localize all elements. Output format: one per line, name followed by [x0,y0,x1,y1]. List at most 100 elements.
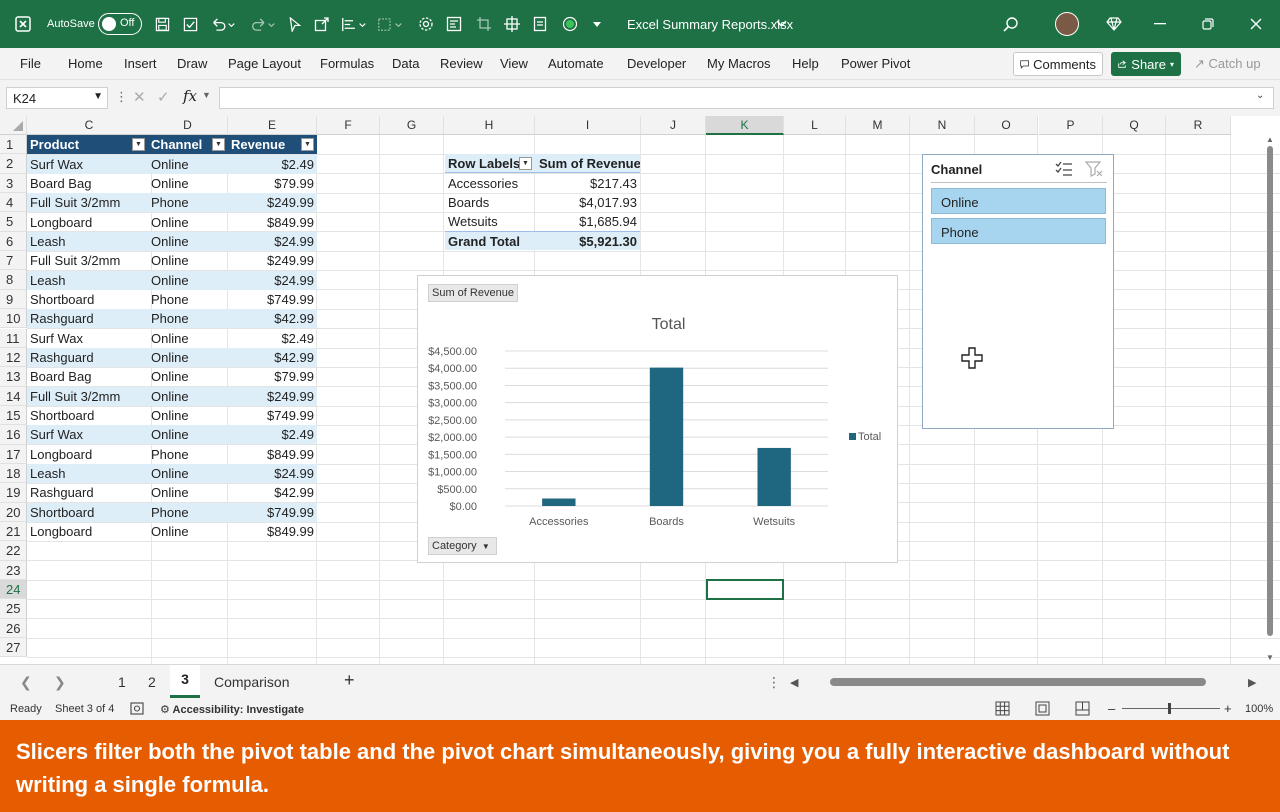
table-header-revenue[interactable]: Revenue ▼ [228,135,317,154]
category-field-button[interactable]: Category ▼ [428,537,497,555]
pivot-row-value[interactable]: $1,685.94 [536,212,640,231]
table-cell-channel[interactable]: Phone [148,309,228,329]
table-cell-channel[interactable]: Online [148,174,228,193]
horizontal-scrollbar[interactable] [830,678,1206,686]
table-cell-revenue[interactable]: $249.99 [228,193,317,213]
filter-dropdown-icon[interactable]: ▼ [301,138,314,151]
multi-select-icon[interactable] [1055,161,1073,177]
row-header-5[interactable]: 5 [0,212,27,232]
column-header-e[interactable]: E [228,116,317,135]
table-cell-channel[interactable]: Online [148,231,228,251]
tab-developer[interactable]: Developer [627,56,686,71]
row-header-23[interactable]: 23 [0,560,27,581]
row-header-9[interactable]: 9 [0,289,27,310]
zoom-level[interactable]: 100% [1245,703,1273,715]
checkbox-icon[interactable] [180,0,200,48]
cancel-icon[interactable]: ✕ [133,88,146,106]
more-options-icon[interactable]: ⋮ [115,89,128,105]
table-cell-channel[interactable]: Online [148,425,228,445]
row-header-12[interactable]: 12 [0,347,27,368]
scroll-left-icon[interactable]: ◀ [790,676,798,689]
table-cell-product[interactable]: Surf Wax [27,425,148,445]
table-cell-revenue[interactable]: $749.99 [228,502,317,522]
vertical-scrollbar[interactable] [1267,146,1273,636]
row-header-15[interactable]: 15 [0,405,27,426]
catch-up-button[interactable]: ↗ Catch up [1194,56,1261,72]
table-cell-revenue[interactable]: $2.49 [228,154,317,174]
form-icon[interactable] [444,0,464,48]
worksheet-grid[interactable]: CDEFGHIJKLMNOPQR 1 2 3 4 5 6 7 8 9 10 11 12 13 14 15 16… [0,116,1280,664]
filter-dropdown-icon[interactable]: ▼ [132,138,145,151]
row-header-4[interactable]: 4 [0,193,27,213]
tab-page-layout[interactable]: Page Layout [228,56,301,71]
table-cell-product[interactable]: Leash [27,464,148,484]
table-cell-product[interactable]: Rashguard [27,309,148,329]
table-cell-revenue[interactable]: $24.99 [228,464,317,484]
column-header-q[interactable]: Q [1103,116,1166,135]
pivot-row-labels-header[interactable]: Row Labels ▼ [445,154,536,173]
clear-filter-icon[interactable] [1085,161,1103,177]
table-cell-revenue[interactable]: $2.49 [228,329,317,348]
table-cell-revenue[interactable]: $849.99 [228,445,317,464]
expand-formula-chevron-icon[interactable]: ⌄ [1256,90,1264,101]
column-header-d[interactable]: D [148,116,228,135]
export-icon[interactable] [312,0,332,48]
slicer-item-phone[interactable]: Phone [931,218,1106,244]
undo-icon[interactable] [208,0,238,48]
pivot-chart[interactable]: Sum of Revenue Total $0.00 $500.00 $1,000.0… [417,275,898,563]
column-header-n[interactable]: N [910,116,975,135]
table-cell-product[interactable]: Full Suit 3/2mm [27,386,148,406]
tab-insert[interactable]: Insert [124,56,157,71]
settings-gear-icon[interactable] [416,0,436,48]
table-cell-channel[interactable]: Phone [148,290,228,309]
row-header-6[interactable]: 6 [0,231,27,252]
table-cell-product[interactable]: Shortboard [27,502,148,522]
pivot-row-value[interactable]: $4,017.93 [536,193,640,212]
table-cell-revenue[interactable]: $42.99 [228,348,317,367]
tab-automate[interactable]: Automate [548,56,604,71]
function-chevron-icon[interactable]: ▼ [202,90,211,100]
row-header-20[interactable]: 20 [0,502,27,522]
tab-split-handle-icon[interactable]: ⋮ [767,674,781,691]
table-cell-channel[interactable]: Online [148,483,228,502]
tab-review[interactable]: Review [440,56,483,71]
tab-view[interactable]: View [500,56,528,71]
table-cell-revenue[interactable]: $79.99 [228,174,317,193]
zoom-slider[interactable] [1122,708,1220,709]
formula-input[interactable] [219,87,1274,109]
restore-icon[interactable] [1198,0,1218,48]
column-header-r[interactable]: R [1166,116,1231,135]
sheet-tab-3[interactable]: 3 [170,665,200,698]
row-header-22[interactable]: 22 [0,541,27,561]
table-cell-revenue[interactable]: $42.99 [228,309,317,329]
align-icon[interactable] [338,0,370,48]
sheet-tab-comparison[interactable]: Comparison [214,674,289,690]
table-cell-revenue[interactable]: $2.49 [228,425,317,445]
table-cell-revenue[interactable]: $849.99 [228,522,317,541]
table-cell-channel[interactable]: Online [148,464,228,484]
row-header-26[interactable]: 26 [0,618,27,639]
row-header-10[interactable]: 10 [0,309,27,329]
scroll-right-icon[interactable]: ▶ [1248,676,1256,689]
column-header-m[interactable]: M [846,116,910,135]
column-header-p[interactable]: P [1039,116,1103,135]
table-cell-channel[interactable]: Online [148,348,228,367]
slicer-item-online[interactable]: Online [931,188,1106,214]
select-all-corner[interactable] [0,116,27,135]
pivot-row-label[interactable]: Wetsuits [445,212,536,231]
table-cell-revenue[interactable]: $749.99 [228,406,317,425]
column-header-o[interactable]: O [975,116,1038,135]
table-cell-revenue[interactable]: $249.99 [228,251,317,270]
pointer-icon[interactable] [286,0,304,48]
tab-formulas[interactable]: Formulas [320,56,374,71]
row-header-18[interactable]: 18 [0,463,27,484]
table-cell-channel[interactable]: Online [148,367,228,386]
table-cell-revenue[interactable]: $749.99 [228,290,317,309]
normal-view-icon[interactable] [995,701,1010,716]
row-header-1[interactable]: 1 [0,135,27,155]
table-cell-product[interactable]: Rashguard [27,348,148,367]
pivot-row-label[interactable]: Boards [445,193,536,212]
column-header-l[interactable]: L [784,116,846,135]
name-box[interactable]: K24 ▼ [6,87,108,109]
pivot-row-label[interactable]: Accessories [445,174,536,193]
